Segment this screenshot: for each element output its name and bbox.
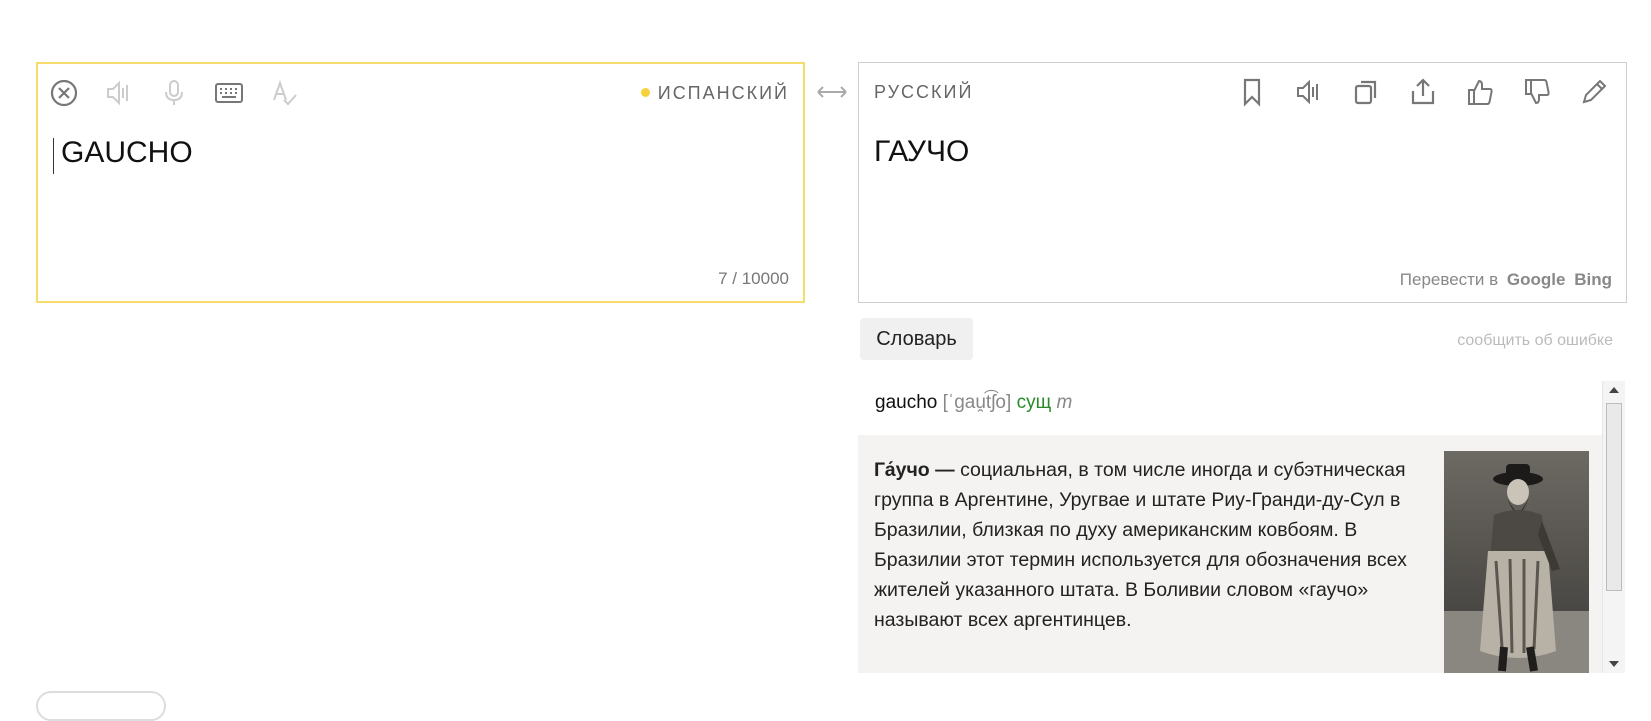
speaker-icon[interactable] <box>102 76 136 110</box>
translate-in-other: Перевести в Google Bing <box>1400 270 1612 290</box>
entry-part-of-speech: сущ <box>1016 392 1052 413</box>
swap-languages-icon[interactable] <box>812 78 852 106</box>
keyboard-icon[interactable] <box>212 76 246 110</box>
spellcheck-icon[interactable] <box>267 76 301 110</box>
bookmark-icon[interactable] <box>1235 75 1269 109</box>
speaker-icon[interactable] <box>1292 75 1326 109</box>
wiki-description: социальная, в том числе иногда и субэтни… <box>874 459 1407 631</box>
thumbs-up-icon[interactable] <box>1463 75 1497 109</box>
source-language[interactable]: ИСПАНСКИЙ <box>640 83 789 104</box>
wiki-term: Га́учо <box>874 459 930 481</box>
wiki-card: Га́учо — социальная, в том числе иногда … <box>858 435 1602 673</box>
copy-icon[interactable] <box>1349 75 1383 109</box>
translate-in-label: Перевести в <box>1399 270 1499 289</box>
scroll-down-icon[interactable] <box>1609 661 1619 667</box>
char-counter: 7 / 10000 <box>718 269 789 288</box>
target-language-label[interactable]: РУССКИЙ <box>874 82 973 103</box>
target-panel: РУССКИЙ ГАУЧО Перевести в Google Bing <box>858 62 1627 303</box>
wiki-text: Га́учо — социальная, в том числе иногда … <box>874 455 1434 635</box>
dictionary-tab[interactable]: Словарь <box>860 318 973 360</box>
dictionary-entry: gaucho [ˈgau̯t͡ʃo] сущ m <box>875 392 1072 414</box>
bottom-button[interactable] <box>36 691 166 721</box>
dictionary-scrollbar[interactable] <box>1602 381 1625 673</box>
entry-transcription: [ˈgau̯t͡ʃo] <box>942 392 1012 413</box>
source-text-input[interactable]: GAUCHO <box>61 136 193 170</box>
report-error-link[interactable]: сообщить об ошибке <box>1457 332 1613 350</box>
translation-text: ГАУЧО <box>874 135 970 168</box>
edit-icon[interactable] <box>1577 75 1611 109</box>
text-caret <box>53 138 54 174</box>
language-dot-icon <box>640 87 650 97</box>
gaucho-photo <box>1444 451 1589 673</box>
scrollbar-thumb[interactable] <box>1606 403 1622 591</box>
entry-word: gaucho <box>875 392 938 413</box>
share-icon[interactable] <box>1406 75 1440 109</box>
clear-icon[interactable] <box>47 76 81 110</box>
google-link[interactable]: Google <box>1507 270 1566 289</box>
scroll-up-icon[interactable] <box>1609 387 1619 393</box>
source-panel: ИСПАНСКИЙ GAUCHO 7 / 10000 <box>36 62 805 303</box>
source-language-label: ИСПАНСКИЙ <box>657 83 789 103</box>
microphone-icon[interactable] <box>157 76 191 110</box>
thumbs-down-icon[interactable] <box>1520 75 1554 109</box>
bing-link[interactable]: Bing <box>1574 270 1612 289</box>
entry-gender: m <box>1056 392 1073 413</box>
wiki-dash: — <box>929 459 961 481</box>
